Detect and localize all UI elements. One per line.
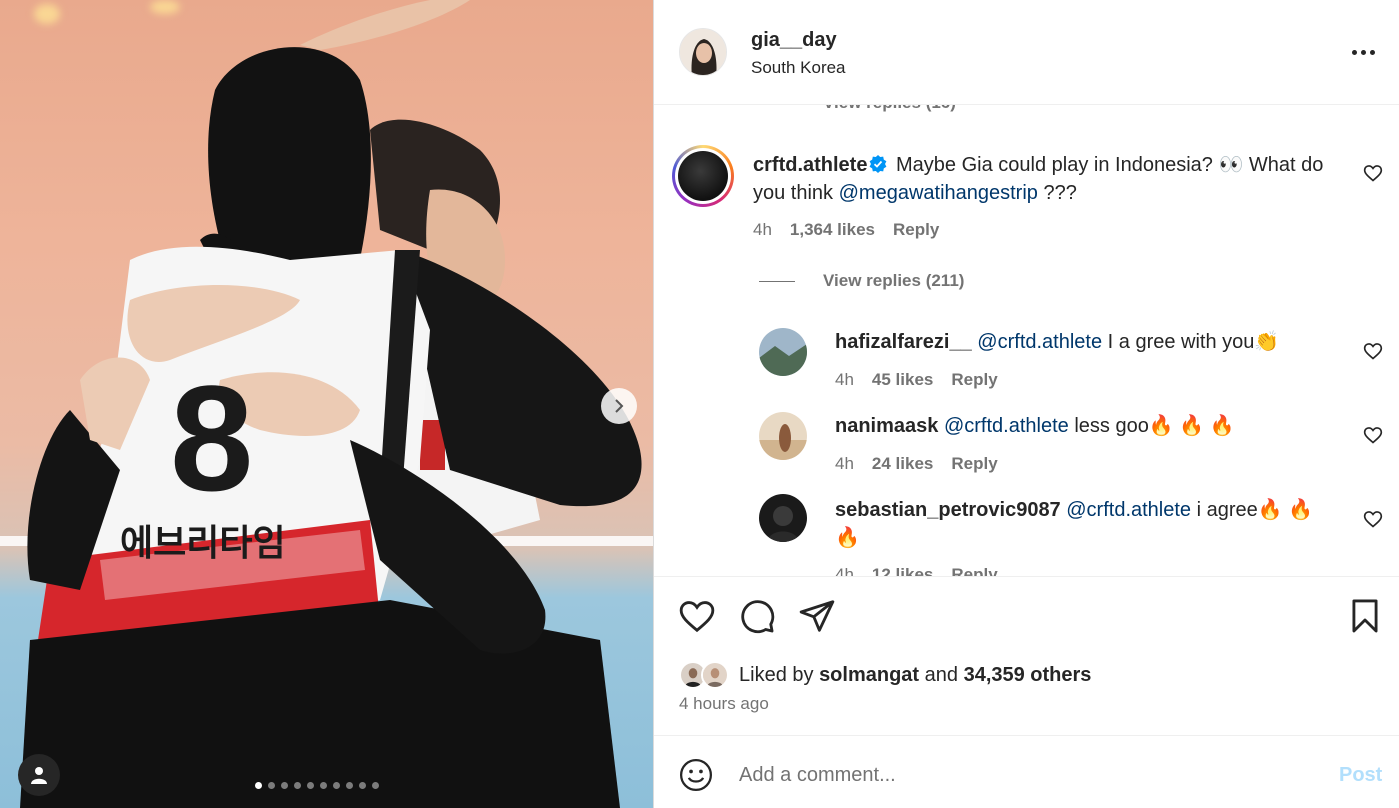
more-options-button[interactable]	[1348, 40, 1378, 64]
tagged-users-button[interactable]	[18, 754, 60, 796]
like-reply-heart-icon[interactable]	[1363, 341, 1383, 361]
author-avatar-image	[680, 29, 726, 75]
carousel-dot	[268, 782, 275, 789]
reply-avatar[interactable]	[759, 494, 807, 542]
reply-body: nanimaask @crftd.athlete less goo🔥 🔥 🔥	[835, 412, 1325, 440]
commenter-avatar	[678, 151, 728, 201]
comment-text-end: ???	[1037, 182, 1077, 204]
reply-item: sebastian_petrovic9087 @crftd.athlete i …	[654, 494, 1399, 576]
view-replies-label: View replies (211)	[823, 271, 965, 290]
likes-count[interactable]: 34,359 others	[964, 664, 1092, 687]
post-comment-button[interactable]: Post	[1339, 764, 1382, 787]
liked-by-avatars	[679, 661, 735, 689]
carousel-dot	[333, 782, 340, 789]
post-time[interactable]: 4 hours ago	[679, 694, 769, 714]
comment-bubble-icon[interactable]	[738, 597, 776, 635]
carousel-dot	[281, 782, 288, 789]
comment-body: crftd.athlete Maybe Gia could play in In…	[753, 151, 1333, 207]
reply-username[interactable]: nanimaask	[835, 415, 938, 437]
save-bookmark-icon[interactable]	[1346, 597, 1384, 635]
reply-time[interactable]: 4h	[835, 565, 854, 576]
like-comment-heart-icon[interactable]	[1363, 163, 1383, 183]
comment-likes[interactable]: 1,364 likes	[790, 220, 875, 240]
reply-likes[interactable]: 24 likes	[872, 454, 933, 474]
liked-by-user[interactable]: solmangat	[819, 664, 919, 687]
post-location[interactable]: South Korea	[751, 58, 846, 78]
reply-button[interactable]: Reply	[893, 220, 939, 240]
reply-time[interactable]: 4h	[835, 454, 854, 474]
liked-by-prefix: Liked by	[739, 663, 820, 686]
more-dot-icon	[1351, 49, 1357, 55]
add-comment-bar: Post	[654, 736, 1399, 808]
carousel-dot	[294, 782, 301, 789]
post-photo[interactable]: 8 에브리타임	[0, 0, 653, 808]
reply-body: hafizalfarezi__ @crftd.athlete I a gree …	[835, 328, 1325, 356]
reply-likes[interactable]: 45 likes	[872, 370, 933, 390]
reply-item: nanimaask @crftd.athlete less goo🔥 🔥 🔥 4…	[654, 410, 1399, 490]
post-header: gia__day South Korea	[654, 0, 1399, 105]
liker-avatar[interactable]	[701, 661, 729, 689]
reply-likes[interactable]: 12 likes	[872, 565, 933, 576]
reply-time[interactable]: 4h	[835, 370, 854, 390]
like-reply-heart-icon[interactable]	[1363, 425, 1383, 445]
reply-button[interactable]: Reply	[951, 454, 997, 474]
commenter-avatar-story-ring[interactable]	[672, 145, 734, 207]
comment-username[interactable]: crftd.athlete	[753, 154, 867, 176]
reply-username[interactable]: sebastian_petrovic9087	[835, 499, 1061, 521]
chevron-right-icon	[615, 399, 624, 413]
like-heart-icon[interactable]	[678, 597, 716, 635]
emoji-icon[interactable]	[679, 758, 713, 792]
carousel-dot	[372, 782, 379, 789]
reply-meta: 4h 24 likes Reply	[835, 454, 998, 474]
user-icon	[31, 767, 47, 784]
liked-by-row: Liked by solmangat and 34,359 others	[679, 661, 1091, 689]
reply-body: sebastian_petrovic9087 @crftd.athlete i …	[835, 496, 1325, 552]
post-side-panel: gia__day South Korea View replies (16) c…	[653, 0, 1399, 808]
verified-badge-icon	[870, 155, 887, 173]
reply-text: I a gree with you👏	[1102, 331, 1280, 353]
reply-avatar[interactable]	[759, 412, 807, 460]
comment-meta: 4h 1,364 likes Reply	[753, 220, 939, 240]
reply-meta: 4h 12 likes Reply	[835, 565, 998, 576]
carousel-dot	[359, 782, 366, 789]
add-comment-input[interactable]	[739, 758, 1319, 792]
carousel-dot	[255, 782, 262, 789]
author-avatar[interactable]	[679, 28, 727, 76]
reply-text: less goo🔥 🔥 🔥	[1068, 415, 1235, 437]
more-dot-icon	[1360, 49, 1366, 55]
replies-divider	[759, 280, 795, 282]
carousel-dot	[346, 782, 353, 789]
liked-by-and: and	[919, 663, 964, 686]
carousel-next-button[interactable]	[601, 388, 637, 424]
view-replies-button[interactable]: View replies (211)	[759, 271, 964, 291]
reply-mention[interactable]: @crftd.athlete	[977, 331, 1102, 353]
like-reply-heart-icon[interactable]	[1363, 509, 1383, 529]
reply-meta: 4h 45 likes Reply	[835, 370, 998, 390]
reply-button[interactable]: Reply	[951, 370, 997, 390]
reply-username[interactable]: hafizalfarezi__	[835, 331, 972, 353]
carousel-indicator	[255, 782, 379, 789]
players-hugging-illustration: 8 에브리타임	[20, 0, 642, 808]
reply-button[interactable]: Reply	[951, 565, 997, 576]
carousel-dot	[320, 782, 327, 789]
comment-time[interactable]: 4h	[753, 220, 772, 240]
author-username[interactable]: gia__day	[751, 29, 837, 52]
jersey-number: 8	[170, 354, 253, 522]
reply-avatar[interactable]	[759, 328, 807, 376]
carousel-dot	[307, 782, 314, 789]
comments-list[interactable]: View replies (16) crftd.athlete Maybe Gi…	[654, 105, 1399, 576]
reply-mention[interactable]: @crftd.athlete	[944, 415, 1069, 437]
more-dot-icon	[1369, 49, 1375, 55]
reply-item: hafizalfarezi__ @crftd.athlete I a gree …	[654, 325, 1399, 405]
comment-mention[interactable]: @megawatihangestrip	[839, 182, 1038, 204]
share-send-icon[interactable]	[798, 597, 836, 635]
reply-mention[interactable]: @crftd.athlete	[1066, 499, 1191, 521]
jersey-text: 에브리타임	[120, 523, 286, 564]
